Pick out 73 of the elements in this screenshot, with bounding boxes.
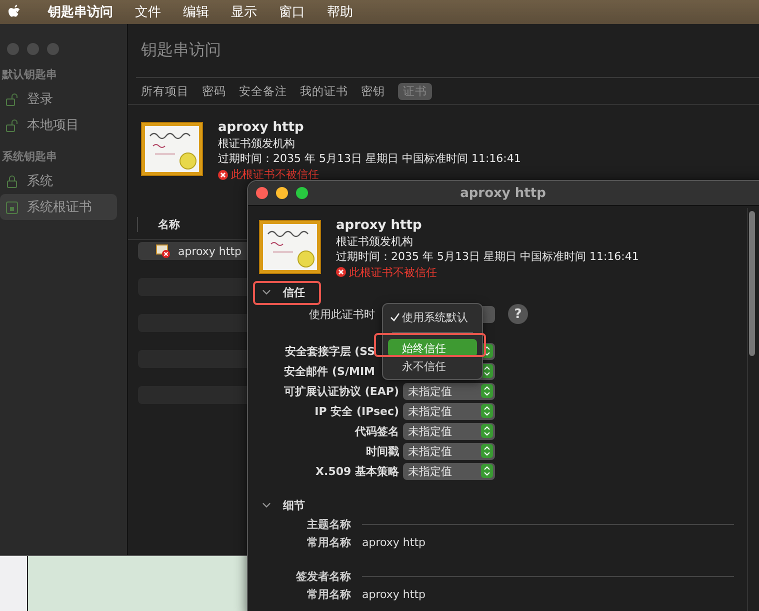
trust-dropdown[interactable]: 未指定值 — [403, 422, 495, 440]
group-heading: 主题名称 — [306, 516, 352, 532]
stepper-icon — [481, 444, 493, 458]
menu-item[interactable]: 钥匙串访问 — [48, 3, 113, 21]
minimize-button[interactable] — [276, 187, 288, 199]
field-label: 安全邮件 (S/MIM — [283, 364, 376, 378]
warning-text: 此根证书不被信任 — [349, 264, 437, 280]
tab[interactable]: 我的证书 — [295, 82, 353, 100]
menu-item[interactable]: 显示 — [231, 3, 257, 21]
section-heading[interactable]: 信任 — [283, 284, 305, 300]
menu-option[interactable]: 使用系统默认 — [388, 308, 477, 326]
help-button[interactable]: ? — [508, 304, 528, 324]
field-value: aproxy http — [362, 588, 426, 600]
trust-dropdown[interactable]: 未指定值 — [403, 442, 495, 460]
stepper-icon — [481, 424, 493, 438]
field-label: 代码签名 — [354, 424, 400, 438]
trust-dropdown[interactable]: 未指定值 — [403, 462, 495, 480]
certificate-kind: 根证书颁发机构 — [336, 234, 414, 249]
stepper-icon — [481, 404, 493, 418]
certificate-name: aproxy http — [218, 120, 305, 136]
field-label: IP 安全 (IPsec) — [314, 404, 400, 418]
field-label: 可扩展认证协议 (EAP) — [283, 384, 400, 398]
sidebar-item[interactable]: 本地项目 — [0, 112, 117, 138]
zoom-button[interactable] — [296, 187, 308, 199]
menu-item[interactable]: 帮助 — [327, 3, 353, 21]
sidebar-item[interactable]: 系统 — [0, 168, 117, 194]
group-heading: 签发者名称 — [295, 568, 352, 584]
window-title: aproxy http — [460, 186, 546, 200]
unlocked-padlock-icon — [6, 118, 18, 132]
chevron-icon[interactable] — [262, 502, 271, 508]
column-header[interactable]: 名称 — [137, 216, 180, 232]
expiry-date: 过期时间：2035 年 5月13日 星期日 中国标准时间 11:16:41 — [218, 151, 521, 167]
trust-dropdown[interactable]: 未指定值 — [403, 382, 495, 400]
section-heading[interactable]: 细节 — [283, 498, 305, 512]
tab[interactable]: 所有项目 — [136, 82, 194, 100]
field-label: 时间戳 — [365, 444, 400, 458]
field-label: 常用名称 — [306, 586, 352, 602]
locked-cabinet-icon — [6, 200, 18, 214]
field-label: 使用此证书时 — [308, 306, 376, 322]
chevron-icon[interactable] — [262, 289, 271, 295]
menu-item[interactable]: 窗口 — [279, 3, 305, 21]
sidebar-item[interactable]: 系统根证书 — [0, 194, 117, 220]
field-label: X.509 基本策略 — [314, 464, 400, 478]
checkmark-icon — [390, 312, 400, 322]
menu-item[interactable]: 编辑 — [183, 3, 209, 21]
field-label: 常用名称 — [306, 534, 352, 550]
sidebar-heading: 系统钥匙串 — [2, 149, 58, 164]
certificate-kind: 根证书颁发机构 — [218, 136, 296, 152]
tab[interactable]: 密码 — [197, 82, 231, 100]
apple-logo-icon[interactable] — [8, 4, 22, 20]
certificate-icon — [141, 122, 203, 176]
error-icon — [336, 267, 346, 278]
menu-option[interactable]: 永不信任 — [388, 357, 477, 375]
padlock-icon — [6, 174, 18, 188]
close-button[interactable] — [256, 187, 268, 199]
warning-text: 此根证书不被信任 — [231, 166, 319, 182]
stepper-icon — [481, 384, 493, 398]
menu-item[interactable]: 文件 — [135, 3, 161, 21]
sidebar-item[interactable]: 登录 — [0, 86, 117, 112]
window-title: 钥匙串访问 — [136, 24, 759, 78]
tab[interactable]: 密钥 — [356, 82, 390, 100]
sidebar-heading: 默认钥匙串 — [2, 67, 58, 82]
unlocked-padlock-icon — [6, 92, 18, 106]
stepper-icon — [481, 464, 493, 478]
field-value: aproxy http — [362, 536, 426, 548]
trust-dropdown[interactable]: 未指定值 — [403, 402, 495, 420]
tab[interactable]: 安全备注 — [234, 82, 292, 100]
error-icon — [218, 170, 228, 180]
scrollbar[interactable] — [747, 208, 757, 611]
expiry-date: 过期时间：2035 年 5月13日 星期日 中国标准时间 11:16:41 — [336, 249, 639, 264]
certificate-error-icon — [156, 244, 170, 258]
certificate-icon — [259, 220, 321, 274]
certificate-name: aproxy http — [336, 218, 423, 234]
